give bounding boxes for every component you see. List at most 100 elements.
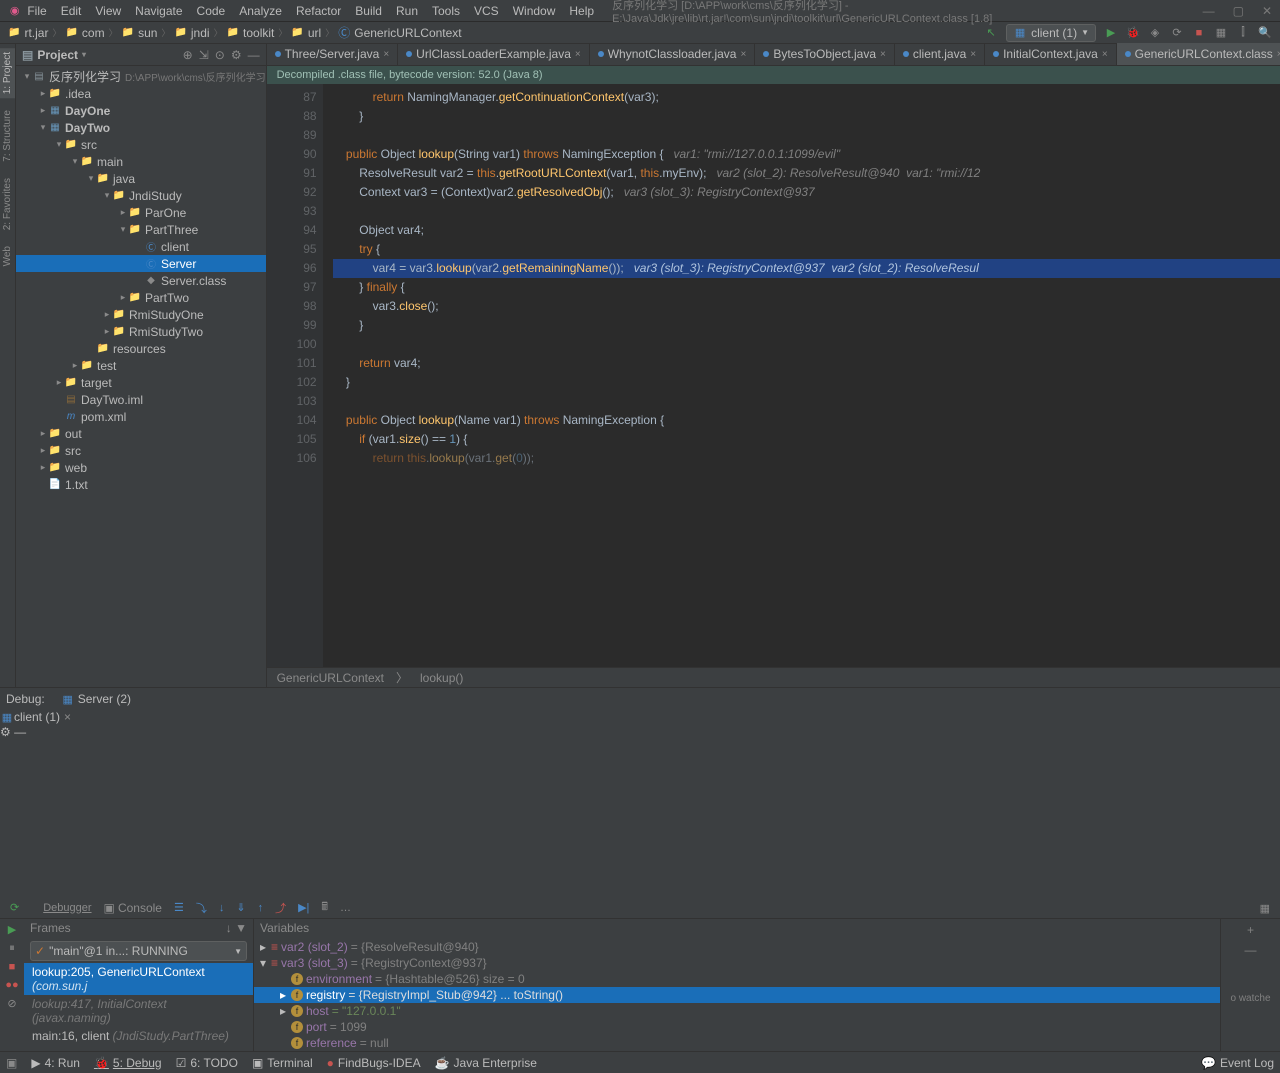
close-icon[interactable]: × <box>383 49 389 60</box>
close-icon[interactable]: × <box>880 49 886 60</box>
tree-row-parone[interactable]: ▸📁ParOne <box>16 204 266 221</box>
tab-bytes[interactable]: BytesToObject.java× <box>755 43 895 65</box>
tree-row-client[interactable]: Ⓒclient <box>16 238 266 255</box>
code-editor[interactable]: 87 88 89 90 91 92 93 94 95 96 97 98 99 1… <box>267 84 1280 667</box>
close-icon[interactable]: × <box>575 49 581 60</box>
line-num[interactable]: 106 <box>267 449 317 468</box>
line-num[interactable]: 97 <box>267 278 317 297</box>
layout-button[interactable]: ▦ <box>1256 901 1274 917</box>
tree-row-java[interactable]: ▾📁java <box>16 170 266 187</box>
code-text[interactable]: return NamingManager.getContinuationCont… <box>323 84 1280 667</box>
debug-tab-client[interactable]: ▦client (1)× <box>0 710 1280 725</box>
tab-web[interactable]: Web <box>0 242 15 270</box>
tree-row-src2[interactable]: ▸📁src <box>16 442 266 459</box>
tree-row-root[interactable]: ▾▤反序列化学习D:\APP\work\cms\反序列化学习 <box>16 68 266 85</box>
var-row[interactable]: fenvironment = {Hashtable@526} size = 0 <box>254 971 1220 987</box>
tree-row-web[interactable]: ▸📁web <box>16 459 266 476</box>
resume-button[interactable]: ▶ <box>8 923 16 936</box>
tree-row-server[interactable]: ⒸServer <box>16 255 266 272</box>
drop-frame-button[interactable]: ⤴ <box>271 898 290 918</box>
crumb-jndi[interactable]: jndi <box>191 26 210 40</box>
tree-row-dayone[interactable]: ▸▦DayOne <box>16 102 266 119</box>
sb-run[interactable]: ▶4: Run <box>31 1056 80 1070</box>
breakpoints-button[interactable]: ●● <box>5 979 18 991</box>
menu-vcs[interactable]: VCS <box>468 2 505 20</box>
tree-row-main[interactable]: ▾📁main <box>16 153 266 170</box>
subtab-debugger[interactable]: Debugger <box>39 900 95 916</box>
tree-row-txt[interactable]: 📄1.txt <box>16 476 266 493</box>
tab-initialcontext[interactable]: InitialContext.java× <box>985 43 1117 65</box>
pause-button[interactable]: ⏸ <box>9 942 15 955</box>
sb-terminal[interactable]: ▣Terminal <box>252 1056 313 1070</box>
add-watch-button[interactable]: + <box>1247 923 1254 937</box>
line-num[interactable]: 102 <box>267 373 317 392</box>
expand-icon[interactable]: ⇲ <box>199 48 209 62</box>
maximize-icon[interactable]: ▢ <box>1233 4 1244 18</box>
line-num[interactable]: 100 <box>267 335 317 354</box>
menu-edit[interactable]: Edit <box>55 2 88 20</box>
settings-icon[interactable]: ⚙ <box>231 48 242 62</box>
line-num[interactable]: 95 <box>267 240 317 259</box>
line-num[interactable]: 90 <box>267 145 317 164</box>
menu-file[interactable]: File <box>21 2 52 20</box>
line-num[interactable]: 96 <box>267 259 317 278</box>
var-row[interactable]: freference = null <box>254 1035 1220 1051</box>
menu-build[interactable]: Build <box>349 2 388 20</box>
tree-row-serverclass[interactable]: ◆Server.class <box>16 272 266 289</box>
sb-todo[interactable]: ☑6: TODO <box>176 1056 238 1070</box>
step-out-button[interactable]: ↑ <box>254 900 268 916</box>
frame-row[interactable]: main:16, client (JndiStudy.PartThree) <box>24 1027 253 1045</box>
crumb-class[interactable]: GenericURLContext <box>354 26 461 40</box>
menu-code[interactable]: Code <box>191 2 232 20</box>
var-row[interactable]: ▸≡var2 (slot_2) = {ResolveResult@940} <box>254 939 1220 955</box>
close-icon[interactable]: × <box>970 49 976 60</box>
tree-row-out[interactable]: ▸📁out <box>16 425 266 442</box>
line-num[interactable]: 99 <box>267 316 317 335</box>
menu-analyze[interactable]: Analyze <box>233 2 288 20</box>
thread-selector[interactable]: ✓ "main"@1 in...: RUNNING ▼ <box>30 941 247 961</box>
tree-row-daytwo[interactable]: ▾▦DayTwo <box>16 119 266 136</box>
tree-row-target[interactable]: ▸📁target <box>16 374 266 391</box>
profile-button[interactable]: ⟳ <box>1170 26 1184 40</box>
close-icon[interactable]: × <box>64 710 71 724</box>
stop-button[interactable]: ■ <box>9 961 16 973</box>
sb-javaee[interactable]: ☕Java Enterprise <box>435 1056 537 1070</box>
crumb-url[interactable]: url <box>308 26 321 40</box>
crumb-method[interactable]: lookup() <box>420 671 463 685</box>
run-to-cursor-button[interactable]: ▶| <box>294 899 313 916</box>
menu-view[interactable]: View <box>89 2 127 20</box>
search-icon[interactable]: 🔍 <box>1258 26 1272 40</box>
var-row[interactable]: fport = 1099 <box>254 1019 1220 1035</box>
line-num[interactable]: 93 <box>267 202 317 221</box>
line-num[interactable]: 94 <box>267 221 317 240</box>
line-num[interactable]: 103 <box>267 392 317 411</box>
var-row[interactable]: ▸fregistry = {RegistryImpl_Stub@942} ...… <box>254 987 1220 1003</box>
menu-window[interactable]: Window <box>507 2 562 20</box>
crumb-com[interactable]: com <box>82 26 105 40</box>
close-icon[interactable]: × <box>1102 49 1108 60</box>
project-tree[interactable]: ▾▤反序列化学习D:\APP\work\cms\反序列化学习 ▸📁.idea ▸… <box>16 66 266 687</box>
line-num[interactable]: 105 <box>267 430 317 449</box>
var-row[interactable]: ▾≡var3 (slot_3) = {RegistryContext@937} <box>254 955 1220 971</box>
line-num[interactable]: 98 <box>267 297 317 316</box>
line-num[interactable]: 87 <box>267 88 317 107</box>
run-config-selector[interactable]: ▦ client (1) ▼ <box>1006 24 1096 42</box>
close-icon[interactable]: × <box>740 49 746 60</box>
line-num[interactable]: 92 <box>267 183 317 202</box>
toolwindow-toggle[interactable]: ▣ <box>6 1056 17 1070</box>
tree-row-rmitwo[interactable]: ▸📁RmiStudyTwo <box>16 323 266 340</box>
sb-findbugs[interactable]: ●FindBugs-IDEA <box>327 1056 421 1070</box>
tree-row-idea[interactable]: ▸📁.idea <box>16 85 266 102</box>
frame-row[interactable]: lookup:417, InitialContext (javax.naming… <box>24 995 253 1027</box>
debug-tab-server[interactable]: ▦Server (2) <box>55 690 137 708</box>
evaluate-button[interactable]: 🖩 <box>317 896 332 919</box>
collapse-icon[interactable]: ⊕ <box>183 48 193 62</box>
tree-row-iml[interactable]: ▤DayTwo.iml <box>16 391 266 408</box>
sb-debug[interactable]: 🐞5: Debug <box>94 1056 162 1070</box>
vars-list[interactable]: ▸≡var2 (slot_2) = {ResolveResult@940} ▾≡… <box>254 939 1220 1051</box>
menu-run[interactable]: Run <box>390 2 424 20</box>
back-arrow-icon[interactable]: ↖ <box>984 26 998 40</box>
menu-navigate[interactable]: Navigate <box>129 2 188 20</box>
tree-row-test[interactable]: ▸📁test <box>16 357 266 374</box>
crumb-sun[interactable]: sun <box>138 26 157 40</box>
